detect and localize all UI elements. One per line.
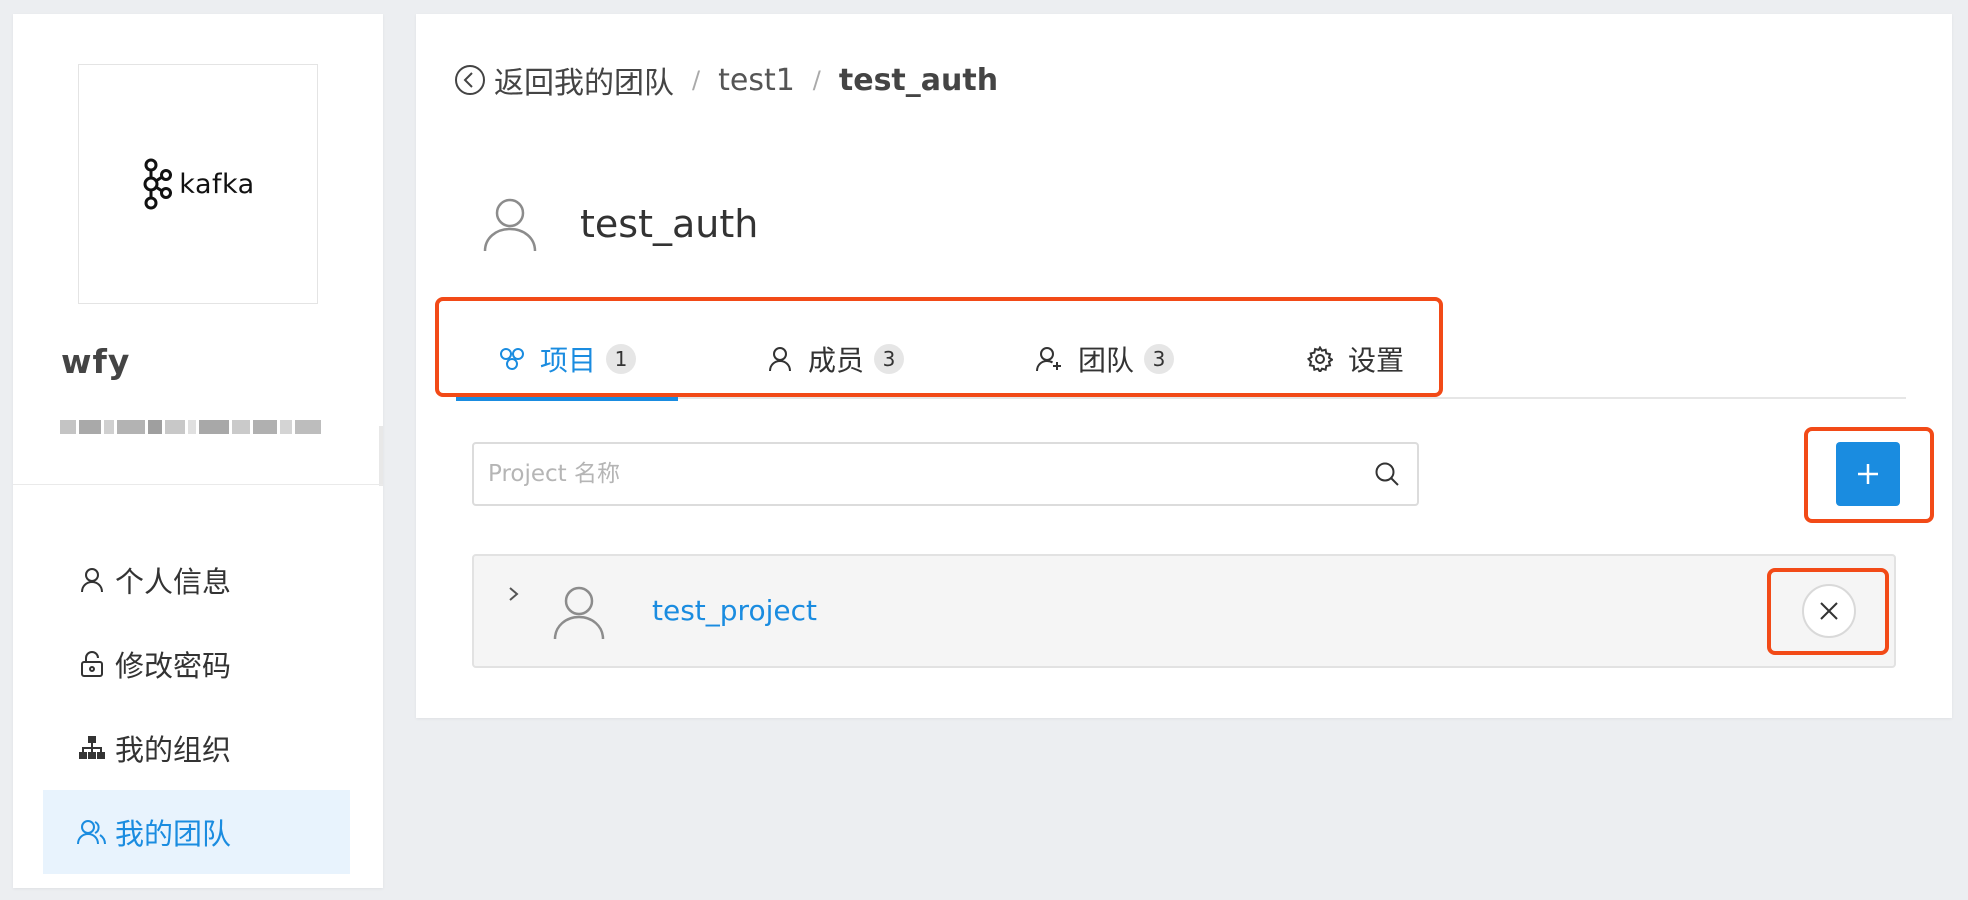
logo-text: kafka xyxy=(179,168,255,200)
kafka-logo: kafka xyxy=(141,158,254,210)
tab-settings[interactable]: 设置 xyxy=(1306,319,1404,399)
tab-label: 设置 xyxy=(1348,344,1405,377)
breadcrumb-separator: / xyxy=(812,66,821,94)
project-search xyxy=(472,442,1419,506)
breadcrumb-org[interactable]: test1 xyxy=(718,63,795,98)
sidebar-item-label: 我的团队 xyxy=(115,817,232,851)
lock-icon xyxy=(77,649,107,679)
add-user-icon xyxy=(1036,345,1064,373)
org-icon xyxy=(77,733,107,763)
tab-count-badge: 3 xyxy=(1144,344,1175,374)
tab-members[interactable]: 成员 3 xyxy=(766,319,905,399)
close-icon xyxy=(1820,602,1838,620)
sidebar-item-label: 我的组织 xyxy=(115,733,232,767)
team-tabs: 项目 1 成员 3 团队 3 设置 xyxy=(456,319,1906,401)
main-panel: 返回我的团队 / test1 / test_auth test_auth 项目 … xyxy=(416,14,1952,718)
back-circle-icon xyxy=(455,65,485,95)
breadcrumb-current: test_auth xyxy=(838,62,999,98)
add-project-button[interactable] xyxy=(1836,442,1900,506)
search-icon[interactable] xyxy=(1367,454,1407,494)
tab-teams[interactable]: 团队 3 xyxy=(1036,319,1175,399)
back-link[interactable]: 返回我的团队 xyxy=(454,58,674,102)
tab-label: 成员 xyxy=(808,344,865,377)
breadcrumb-separator: / xyxy=(692,66,701,94)
project-search-input[interactable] xyxy=(474,444,1367,504)
user-icon xyxy=(766,345,794,373)
project-icon xyxy=(498,345,526,373)
project-name-link[interactable]: test_project xyxy=(652,594,817,627)
project-avatar-icon xyxy=(553,586,605,640)
sidebar-item-my-team[interactable]: 我的团队 xyxy=(43,790,350,874)
sidebar-divider xyxy=(13,484,383,485)
chevron-right-icon[interactable] xyxy=(504,584,524,604)
active-tab-indicator xyxy=(456,397,678,401)
redacted-email xyxy=(60,406,340,448)
tab-label: 项目 xyxy=(539,344,596,377)
team-title: test_auth xyxy=(580,202,759,246)
user-icon xyxy=(77,565,107,595)
team-icon xyxy=(77,817,107,847)
scrollbar[interactable] xyxy=(379,426,383,486)
team-avatar-icon xyxy=(483,198,537,252)
username: wfy xyxy=(61,342,131,381)
sidebar-item-my-org[interactable]: 我的组织 xyxy=(43,706,350,790)
sidebar-item-label: 修改密码 xyxy=(115,649,232,683)
gear-icon xyxy=(1306,345,1334,373)
remove-project-button[interactable] xyxy=(1802,584,1856,638)
tab-count-badge: 3 xyxy=(874,344,905,374)
tab-count-badge: 1 xyxy=(606,344,636,374)
team-header: test_auth xyxy=(482,196,758,252)
breadcrumb: 返回我的团队 / test1 / test_auth xyxy=(454,58,998,102)
plus-icon xyxy=(1858,464,1878,484)
sidebar-item-label: 个人信息 xyxy=(115,565,232,599)
team-logo: kafka xyxy=(78,64,318,304)
project-row: test_project xyxy=(472,554,1896,668)
kafka-logo-icon xyxy=(143,158,173,210)
back-label: 返回我的团队 xyxy=(494,66,674,101)
tab-projects[interactable]: 项目 1 xyxy=(456,319,678,401)
tab-label: 团队 xyxy=(1078,344,1135,377)
sidebar: kafka wfy 个人信息 修改密码 我的组织 我的团队 xyxy=(13,14,383,888)
sidebar-item-profile[interactable]: 个人信息 xyxy=(43,538,350,622)
sidebar-item-change-password[interactable]: 修改密码 xyxy=(43,622,350,706)
